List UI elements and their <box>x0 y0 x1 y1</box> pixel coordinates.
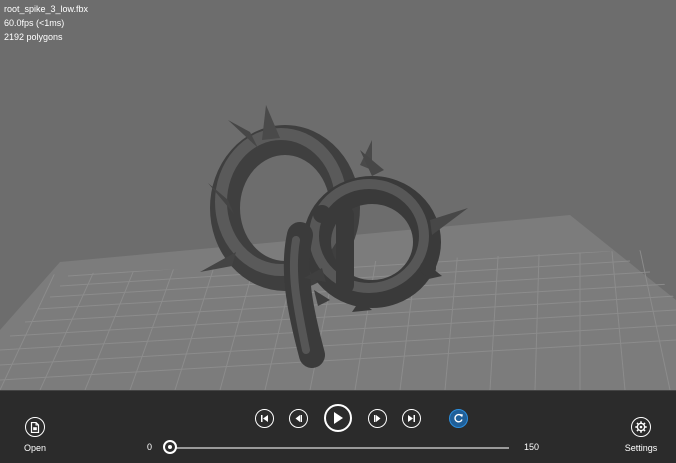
fps-text: 60.0fps (<1ms) <box>4 18 65 28</box>
settings-label: Settings <box>624 443 658 453</box>
step-forward-button[interactable] <box>368 409 387 428</box>
settings-button[interactable]: Settings <box>611 417 671 453</box>
step-forward-icon <box>374 415 381 422</box>
play-button[interactable] <box>324 404 352 432</box>
scene-render <box>0 105 676 390</box>
loop-toggle-button[interactable] <box>449 409 468 428</box>
step-back-button[interactable] <box>289 409 308 428</box>
skip-to-start-icon <box>261 415 268 422</box>
render-stats: root_spike_3_low.fbx 60.0fps (<1ms) 2192… <box>4 2 88 44</box>
app-bar: Open 0 150 Settings <box>0 390 676 463</box>
filename-text: root_spike_3_low.fbx <box>4 4 89 14</box>
gear-icon <box>631 417 651 437</box>
polygon-count-text: 2192 polygons <box>4 32 63 42</box>
3d-viewport[interactable]: root_spike_3_low.fbx 60.0fps (<1ms) 2192… <box>0 0 676 390</box>
step-back-icon <box>295 415 302 422</box>
play-icon <box>334 412 343 424</box>
skip-to-end-button[interactable] <box>402 409 421 428</box>
timeline-track[interactable] <box>167 447 509 449</box>
loop-icon <box>454 413 463 423</box>
timeline-scrubber-handle[interactable] <box>163 440 177 454</box>
skip-to-start-button[interactable] <box>255 409 274 428</box>
timeline-start-label: 0 <box>147 442 153 452</box>
timeline-end-label: 150 <box>524 442 540 452</box>
skip-to-end-icon <box>408 415 415 422</box>
transport-controls <box>0 404 676 434</box>
timeline: 0 150 <box>0 437 676 457</box>
